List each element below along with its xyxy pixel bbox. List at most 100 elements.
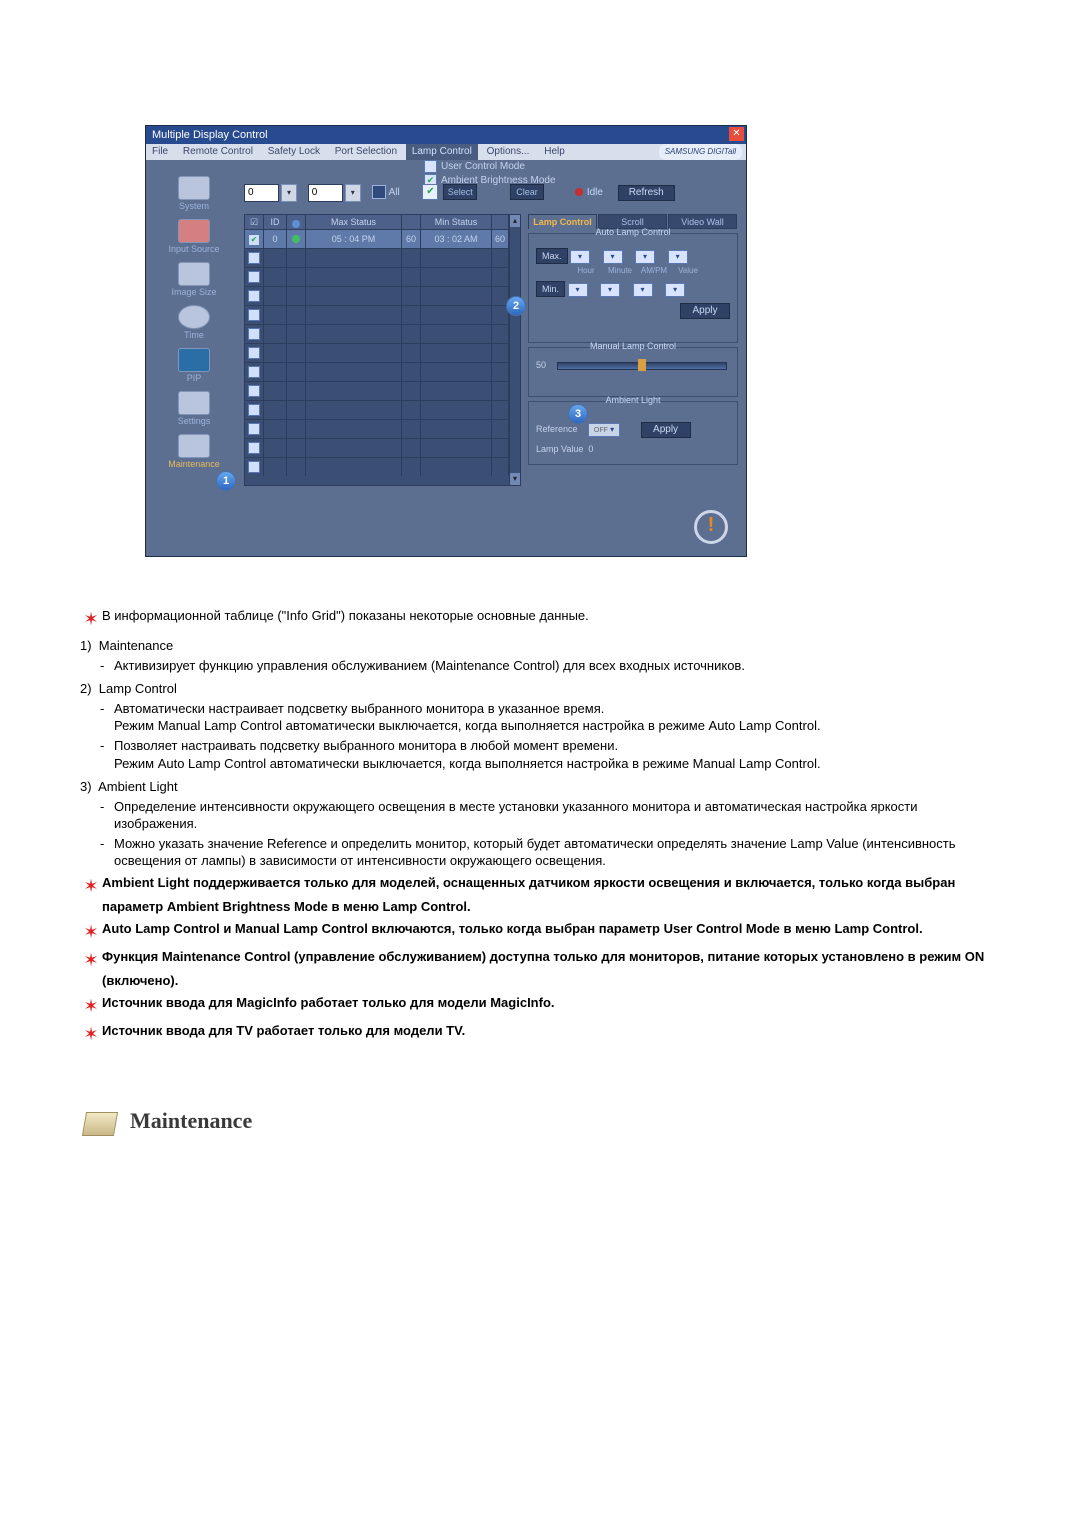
row-check[interactable] [245,363,264,381]
reference-label: Reference [536,424,578,434]
ampm-select[interactable]: ▾ [633,283,653,297]
checkbox-icon[interactable] [424,160,437,173]
col-min-value [492,215,509,229]
hour-label: Hour [572,266,600,275]
min-button[interactable]: Min. [536,281,565,297]
table-row [245,343,509,362]
sidebar-item-time[interactable]: Time [150,305,238,340]
row-check[interactable] [245,268,264,286]
sidebar-item-image-size[interactable]: Image Size [150,262,238,297]
row-status [287,230,306,248]
note-3b: Можно указать значение Reference и опред… [114,835,1000,870]
sidebar-item-settings[interactable]: Settings [150,391,238,426]
menu-file[interactable]: File [146,144,174,160]
row-check[interactable] [245,420,264,438]
menubar: File Remote Control Safety Lock Port Sel… [146,144,746,160]
clear-button[interactable]: Clear [510,184,544,200]
sidebar-item-maintenance[interactable]: Maintenance [150,434,238,469]
note-b1: Ambient Light поддерживается только для … [102,875,955,914]
note-b4: Источник ввода для MagicInfo работает то… [102,995,555,1010]
menu-port[interactable]: Port Selection [329,144,403,160]
note-2-title: Lamp Control [99,681,177,696]
callout-2: 2 [506,296,526,316]
toolbar: 0▾ 0▾ All ✔ Select Clear Idle Refresh [244,184,738,204]
hour-select[interactable]: ▾ [568,283,588,297]
value-select[interactable]: ▾ [668,250,688,264]
col-max-status: Max Status [306,215,402,229]
menu-lamp[interactable]: Lamp Control [406,144,478,160]
table-row [245,438,509,457]
id-to-input[interactable]: 0 [308,184,343,202]
info-grid: ☑ ID Max Status Min Status 0 05 : 04 PM … [244,214,510,486]
hour-select[interactable]: ▾ [570,250,590,264]
reference-select[interactable]: OFF ▾ [588,423,620,437]
notes-section: ✶В информационной таблице ("Info Grid") … [80,607,1000,1046]
col-check[interactable]: ☑ [245,215,264,229]
close-icon[interactable]: ✕ [729,127,744,141]
system-icon [178,176,210,200]
section-title-text: Maintenance [130,1108,252,1133]
row-id: 0 [264,230,287,248]
row-min-v: 60 [492,230,509,248]
minute-select[interactable]: ▾ [600,283,620,297]
chevron-down-icon[interactable]: ▾ [281,184,297,202]
row-check[interactable] [245,382,264,400]
image-size-icon [178,262,210,286]
value-select[interactable]: ▾ [665,283,685,297]
alert-icon: ! [694,510,728,544]
slider-value: 50 [536,360,554,370]
id-from-input[interactable]: 0 [244,184,279,202]
row-check[interactable] [245,439,264,457]
note-2b: Позволяет настраивать подсветку выбранно… [114,737,821,772]
note-b5: Источник ввода для TV работает только дл… [102,1023,465,1038]
refresh-button[interactable]: Refresh [618,185,675,201]
row-check[interactable] [245,287,264,305]
table-row [245,400,509,419]
max-button[interactable]: Max. [536,248,568,264]
row-check[interactable] [245,344,264,362]
star-icon: ✶ [80,994,102,1018]
col-min-status: Min Status [421,215,492,229]
ampm-select[interactable]: ▾ [635,250,655,264]
menu-help[interactable]: Help [538,144,571,160]
apply-button[interactable]: Apply [680,303,730,319]
row-check[interactable] [245,458,264,476]
table-row[interactable]: 0 05 : 04 PM 60 03 : 02 AM 60 [245,229,509,248]
table-row [245,324,509,343]
row-max-v: 60 [402,230,421,248]
row-check[interactable] [245,249,264,267]
titlebar: Multiple Display Control ✕ [146,126,746,144]
star-icon: ✶ [80,1022,102,1046]
row-check[interactable] [245,401,264,419]
submenu-user[interactable]: User Control Mode [441,161,525,172]
apply-button[interactable]: Apply [641,422,691,438]
scroll-down-icon[interactable]: ▾ [510,473,520,485]
window-title: Multiple Display Control [152,129,268,141]
note-2a: Автоматически настраивает подсветку выбр… [114,700,821,735]
select-check-icon[interactable]: ✔ [422,184,438,200]
sidebar-item-system[interactable]: System [150,176,238,211]
chevron-down-icon[interactable]: ▾ [345,184,361,202]
minute-select[interactable]: ▾ [603,250,623,264]
note-1-title: Maintenance [99,638,173,653]
menu-safety[interactable]: Safety Lock [262,144,326,160]
star-icon: ✶ [80,948,102,972]
slider-thumb[interactable] [638,359,646,371]
row-check[interactable] [245,306,264,324]
row-check[interactable] [245,325,264,343]
all-checkbox[interactable] [372,185,386,199]
sidebar-item-input-source[interactable]: Input Source [150,219,238,254]
lamp-slider[interactable] [557,362,727,370]
table-row [245,362,509,381]
sidebar-item-pip[interactable]: PIP [150,348,238,383]
menu-remote[interactable]: Remote Control [177,144,259,160]
menu-options[interactable]: Options... [481,144,536,160]
select-button[interactable]: Select [443,184,477,200]
scroll-up-icon[interactable]: ▴ [510,215,520,227]
maintenance-section-icon [80,1106,120,1140]
row-check[interactable] [245,230,264,248]
note-3a: Определение интенсивности окружающего ос… [114,798,1000,833]
scrollbar[interactable]: ▴ ▾ [509,214,521,486]
maintenance-icon [178,434,210,458]
table-row [245,457,509,476]
